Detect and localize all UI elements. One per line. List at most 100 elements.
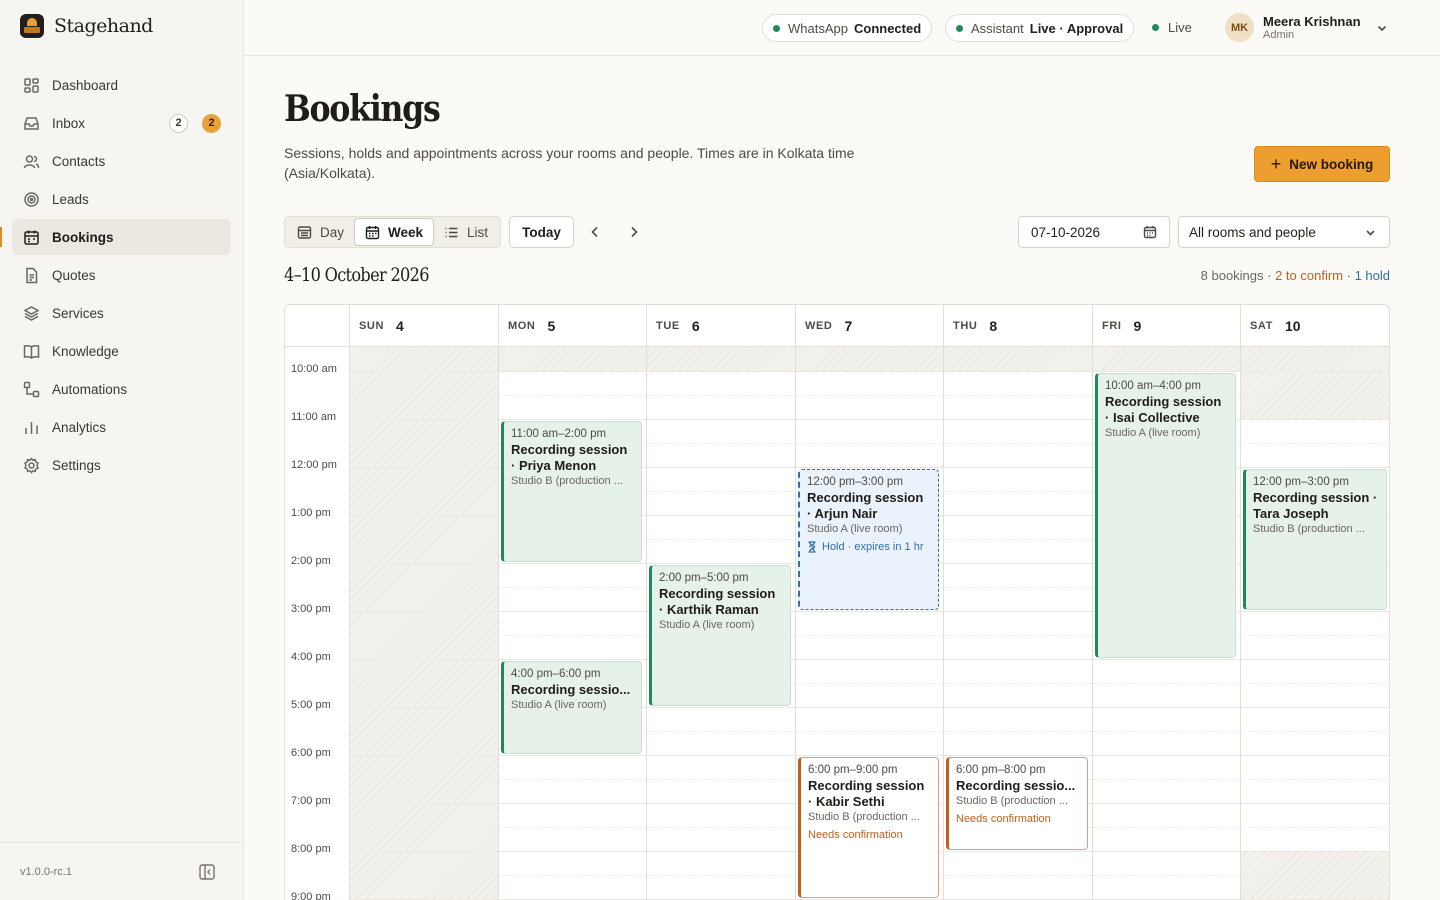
booking-event[interactable]: 12:00 pm–3:00 pm Recording session · Arju…: [798, 469, 939, 610]
user-name: Meera Krishnan: [1263, 14, 1361, 29]
status-dot-icon: [1152, 24, 1159, 31]
sidebar-item-label: Analytics: [52, 419, 107, 435]
summary-separator: ·: [1343, 268, 1355, 283]
day-header-tue[interactable]: TUE 6: [646, 305, 795, 347]
day-header-fri[interactable]: FRI 9: [1092, 305, 1240, 347]
dashboard-icon: [23, 77, 40, 94]
stagehand-logo-icon: [20, 14, 44, 38]
needs-confirmation-label: Needs confirmation: [956, 813, 1051, 825]
booking-event[interactable]: 12:00 pm–3:00 pm Recording session · Tara…: [1243, 469, 1387, 610]
book-icon: [23, 343, 40, 360]
day-number: 5: [547, 318, 556, 334]
status-dot-icon: [956, 24, 963, 32]
user-role: Admin: [1263, 29, 1295, 41]
holds-link[interactable]: 1 hold: [1355, 268, 1390, 283]
to-confirm-link[interactable]: 2 to confirm: [1275, 268, 1343, 283]
event-room: Studio A (live room): [807, 523, 903, 535]
assistant-status: Live · Approval: [1029, 20, 1124, 36]
day-column-divider: [1240, 347, 1241, 900]
day-name: MON: [508, 320, 536, 332]
user-menu[interactable]: MK Meera Krishnan Admin: [1225, 13, 1388, 42]
day-header-sat[interactable]: SAT 10: [1240, 305, 1389, 347]
event-time: 4:00 pm–6:00 pm: [511, 668, 601, 680]
plus-icon: +: [1270, 154, 1282, 174]
time-label: 7:00 pm: [291, 795, 331, 807]
day-view-button[interactable]: Day: [287, 218, 354, 246]
avatar: MK: [1225, 13, 1254, 42]
sidebar-item-label: Quotes: [52, 267, 96, 283]
inbox-pending-badge: 2: [202, 113, 221, 133]
day-header-mon[interactable]: MON 5: [498, 305, 646, 347]
sidebar-item-analytics[interactable]: Analytics: [12, 409, 231, 445]
new-booking-button[interactable]: + New booking: [1254, 146, 1390, 182]
sidebar-item-label: Inbox: [52, 115, 86, 131]
day-view-icon: [297, 225, 312, 239]
day-number: 8: [989, 318, 998, 334]
document-icon: [23, 267, 40, 284]
chevron-right-icon[interactable]: [626, 224, 642, 240]
assistant-status-pill[interactable]: Assistant Live · Approval: [945, 14, 1135, 42]
chevron-down-icon: [1366, 229, 1375, 236]
automation-icon: [23, 381, 40, 398]
event-time: 11:00 am–2:00 pm: [511, 428, 607, 440]
target-icon: [23, 191, 40, 208]
event-time: 10:00 am–4:00 pm: [1105, 380, 1201, 392]
brand[interactable]: Stagehand: [20, 14, 153, 38]
whatsapp-label: WhatsApp: [788, 20, 848, 36]
event-title: Recording session · Kabir Sethi: [808, 778, 925, 809]
sidebar-item-knowledge[interactable]: Knowledge: [12, 333, 231, 369]
week-view-button[interactable]: Week: [354, 218, 435, 246]
page-description: Sessions, holds and appointments across …: [284, 145, 855, 181]
sidebar-item-label: Dashboard: [52, 77, 119, 93]
date-picker-input[interactable]: 07-10-2026: [1018, 216, 1170, 248]
list-icon: [445, 227, 458, 237]
day-header-wed[interactable]: WED 7: [795, 305, 943, 347]
event-room: Studio B (production ...: [1253, 523, 1365, 535]
date-value: 07-10-2026: [1031, 224, 1101, 240]
new-booking-label: New booking: [1289, 156, 1374, 172]
day-header-thu[interactable]: THU 8: [943, 305, 1092, 347]
day-name: SUN: [359, 320, 385, 332]
list-view-button[interactable]: List: [434, 218, 498, 246]
needs-confirmation-label: Needs confirmation: [808, 829, 903, 841]
booking-count: 8 bookings: [1200, 268, 1264, 283]
collapse-sidebar-icon[interactable]: [198, 863, 216, 881]
room-filter-select[interactable]: All rooms and people: [1178, 216, 1390, 248]
whatsapp-status: Connected: [853, 20, 922, 36]
sidebar-item-dashboard[interactable]: Dashboard: [12, 67, 231, 103]
booking-event[interactable]: 10:00 am–4:00 pm Recording session · Isai…: [1095, 373, 1236, 658]
layers-icon: [23, 305, 40, 322]
calendar-icon: [1143, 226, 1157, 239]
date-range-title: 4–10 October 2026: [284, 264, 430, 286]
time-label: 11:00 am: [291, 411, 337, 423]
booking-event[interactable]: 4:00 pm–6:00 pm Recording sessio... Studio…: [501, 661, 642, 754]
sidebar-item-quotes[interactable]: Quotes: [12, 257, 231, 293]
sidebar-item-inbox[interactable]: Inbox 2 2: [12, 105, 231, 141]
today-button[interactable]: Today: [509, 216, 574, 248]
time-label: 10:00 am: [291, 363, 337, 375]
day-column-divider: [349, 347, 350, 900]
week-calendar: SUN 4 MON 5 TUE 6 WED 7 THU 8 FRI 9 SAT 10 10:00 am 11…: [284, 304, 1390, 900]
hour-line: [349, 659, 1389, 660]
sidebar-item-automations[interactable]: Automations: [12, 371, 231, 407]
sidebar-item-services[interactable]: Services: [12, 295, 231, 331]
sidebar-item-bookings[interactable]: Bookings: [0, 219, 231, 255]
sidebar-item-settings[interactable]: Settings: [12, 447, 231, 483]
event-time: 2:00 pm–5:00 pm: [659, 572, 749, 584]
day-name: THU: [953, 320, 978, 332]
chevron-down-icon: [1376, 22, 1388, 34]
event-title: Recording session · Karthik Raman: [659, 586, 776, 617]
time-label: 1:00 pm: [291, 507, 331, 519]
whatsapp-status-pill[interactable]: WhatsApp Connected: [762, 14, 933, 42]
booking-event[interactable]: 2:00 pm–5:00 pm Recording session · Karth…: [649, 565, 791, 706]
chevron-left-icon[interactable]: [587, 224, 603, 240]
day-name: FRI: [1102, 320, 1122, 332]
time-label: 12:00 pm: [291, 459, 337, 471]
booking-event[interactable]: 6:00 pm–8:00 pm Recording sessio... Studio…: [946, 757, 1088, 850]
sidebar-item-leads[interactable]: Leads: [12, 181, 231, 217]
sidebar-item-contacts[interactable]: Contacts: [12, 143, 231, 179]
day-header-sun[interactable]: SUN 4: [349, 305, 498, 347]
booking-event[interactable]: 11:00 am–2:00 pm Recording session · Priy…: [501, 421, 642, 562]
sidebar: Stagehand Dashboard Inbox 2 2 Contacts L…: [0, 0, 244, 900]
booking-event[interactable]: 6:00 pm–9:00 pm Recording session · Kabir…: [798, 757, 939, 898]
